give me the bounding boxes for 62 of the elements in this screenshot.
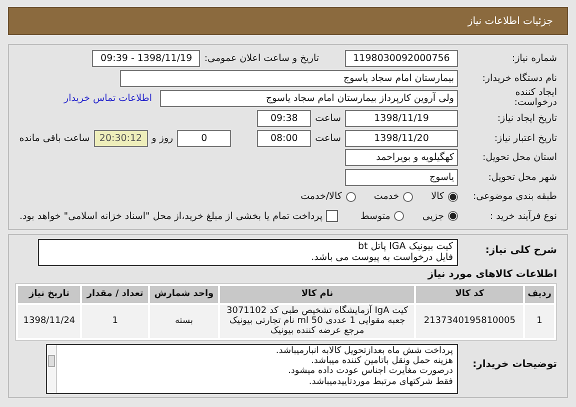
field-label: توضیحات خریدار: — [472, 358, 557, 370]
field-label: شرح کلی نیاز: — [484, 244, 557, 256]
field-label: تاریخ ایجاد نیاز: — [496, 113, 557, 124]
page-title: جزئیات اطلاعات نیاز — [468, 16, 553, 26]
field-label: ساعت باقی مانده — [19, 132, 90, 144]
radio-button[interactable] — [403, 192, 414, 202]
time-field: 09:38 — [257, 110, 312, 128]
column-header: واحد شمارش — [150, 286, 218, 303]
announce-date-field: 1398/11/19 - 09:39 — [92, 50, 200, 68]
description-line: کیت بیونیک IGA پاتل bt — [356, 240, 453, 252]
table-cell: 1398/11/24 — [18, 304, 80, 338]
radio-label: جزیی — [422, 210, 444, 222]
radio-label: کالا/خدمت — [300, 191, 342, 202]
column-header: ردیف — [525, 286, 554, 303]
field-label: ساعت — [315, 113, 341, 124]
notes-line: هزینه حمل ونقل باتامین کننده میباشد. — [310, 356, 453, 366]
column-header: نام کالا — [220, 286, 414, 303]
date-field: 1398/11/19 — [345, 110, 458, 128]
column-header: تاریخ نیاز — [18, 286, 80, 303]
days-field: 0 — [177, 130, 232, 147]
field-label: نام دستگاه خریدار: — [481, 72, 557, 84]
field-label: نوع فرآیند خرید : — [488, 210, 557, 222]
radio-label: کالا — [431, 191, 444, 202]
table-cell: بسته — [150, 304, 218, 338]
checkbox-label: پرداخت تمام یا بخشی از مبلغ خرید،از محل "اسناد خزانه اسلامی" خواهد بود. — [20, 210, 322, 222]
time-field: 08:00 — [257, 130, 312, 147]
field-label: ایجاد کننده درخواست: — [513, 88, 557, 109]
description-line: فایل درخواست به پیوست می باشد. — [310, 252, 453, 264]
section-title: اطلاعات کالاهای مورد نیاز — [426, 268, 557, 280]
table-cell: کیت IgA آزمایشگاه تشخیص طبی کد 3071102 جعبه مقوایی 1 عددی ml 50 نام تجارتی بیونیک مرجع عرضه کننده بیونیک — [220, 304, 414, 338]
table-cell: 2137340195810005 — [416, 304, 524, 338]
radio-button[interactable] — [346, 192, 356, 202]
requester-field: ولی آروین کارپرداز بیمارستان امام سجاد یاسوج — [160, 90, 458, 107]
notes-line: درصورت مغایرت اجناس عودت داده میشود. — [287, 366, 453, 377]
contact-link[interactable]: اطلاعات تماس خریدار — [64, 92, 152, 104]
radio-button[interactable] — [448, 192, 458, 202]
province-field: کهگیلویه و بویراحمد — [345, 149, 458, 166]
radio-button[interactable] — [394, 211, 404, 222]
buyer-org-field: بیمارستان امام سجاد یاسوج — [120, 70, 458, 87]
table-cell: 1 — [82, 304, 148, 338]
field-label: روز و — [152, 132, 174, 144]
field-label: ساعت — [315, 132, 341, 144]
remaining-time-field: 20:30:12 — [94, 130, 148, 147]
column-header: کد کالا — [416, 286, 524, 303]
radio-button[interactable] — [448, 211, 458, 222]
field-label: شماره نیاز: — [510, 53, 557, 64]
need-number-field: 1198030092000756 — [345, 50, 458, 68]
city-field: یاسوج — [345, 168, 458, 186]
checkbox[interactable] — [326, 210, 338, 222]
scrollbar[interactable] — [47, 344, 57, 393]
table-cell: 1 — [525, 304, 554, 338]
column-header: تعداد / مقدار — [82, 286, 148, 303]
field-label: استان محل تحویل: — [481, 152, 557, 164]
radio-label: خدمت — [374, 191, 400, 202]
field-label: شهر محل تحویل: — [487, 172, 557, 183]
field-label: طبقه بندی موضوعی: — [472, 191, 557, 202]
date-field: 1398/11/20 — [345, 130, 458, 147]
field-label: تاریخ اعتبار نیاز: — [493, 132, 557, 144]
field-label: تاریخ و ساعت اعلان عمومی: — [204, 53, 319, 64]
notes-line: پرداخت شش ماه بعدازتحویل کالابه انبارمیباشد. — [274, 346, 453, 356]
radio-label: متوسط — [360, 210, 390, 222]
notes-line: فقط شرکتهای مرتبط موردتاییدمیباشد. — [308, 376, 453, 388]
